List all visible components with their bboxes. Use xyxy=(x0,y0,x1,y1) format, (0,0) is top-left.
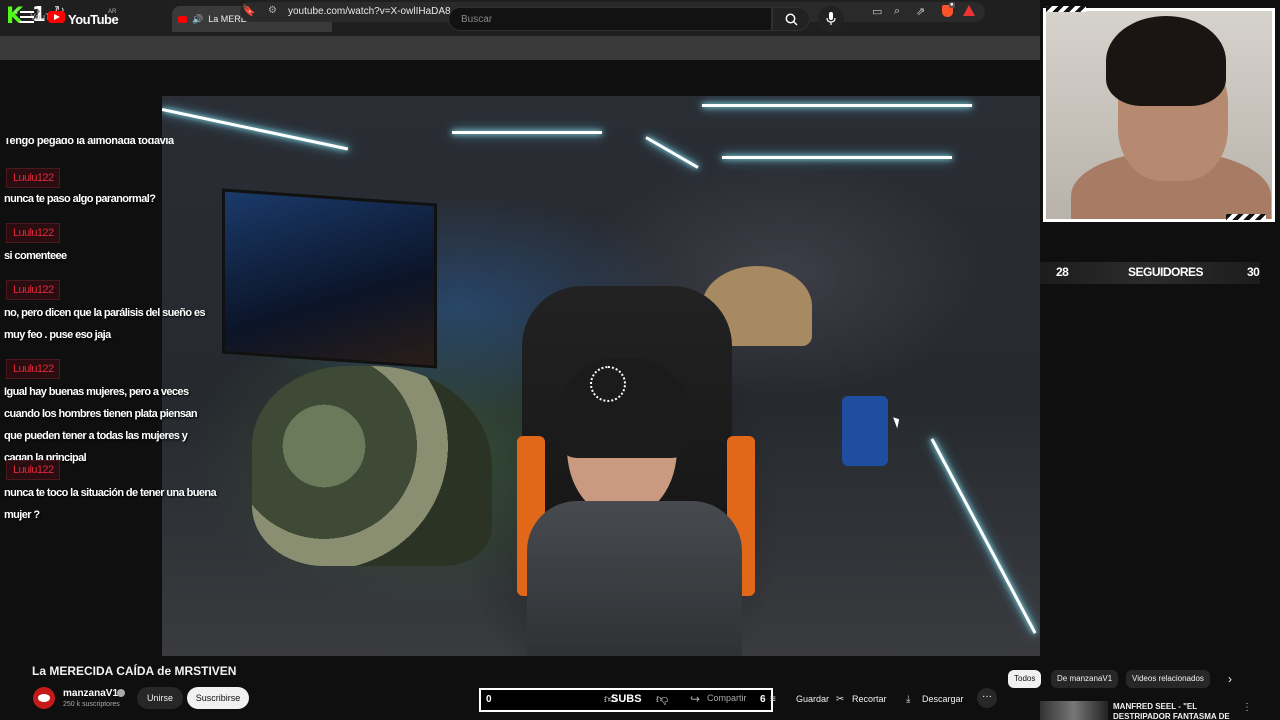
chat-message-cut: Tengo pegado la almohada todavía xyxy=(4,138,174,147)
clip-button[interactable]: ✂ Recortar xyxy=(836,690,887,708)
chat-message: Igual hay buenas mujeres, pero a veces c… xyxy=(4,386,198,464)
bookmark-icon[interactable]: 🔖 xyxy=(242,4,256,17)
mouse-cursor-icon xyxy=(893,415,902,429)
chevron-right-icon[interactable]: › xyxy=(1228,672,1232,686)
verified-icon xyxy=(117,689,125,697)
menu-icon[interactable] xyxy=(20,11,34,23)
search-input[interactable]: Buscar xyxy=(448,7,772,31)
youtube-favicon-icon xyxy=(178,15,187,23)
cap-logo-icon xyxy=(590,366,626,402)
brave-rewards-icon[interactable] xyxy=(963,5,975,16)
back-icon[interactable]: ‹ xyxy=(14,3,18,18)
webcam-corner-decoration xyxy=(1226,214,1266,220)
related-video-title[interactable]: MANFRED SEEL - "EL DESTRIPADOR FANTASMA … xyxy=(1113,702,1231,720)
audio-playing-icon[interactable]: 🔊 xyxy=(192,14,203,25)
followers-current: 28 xyxy=(1056,265,1069,279)
video-player[interactable] xyxy=(162,96,1040,656)
neon-light-strip xyxy=(702,104,972,107)
chat-username: Luulu122 xyxy=(6,223,61,243)
url-text[interactable]: youtube.com/watch?v=X-owlIHaDA8 xyxy=(288,6,451,17)
subscribe-button[interactable]: Suscribirse xyxy=(187,687,249,709)
dislike-icon[interactable]: 👎︎ xyxy=(656,692,668,707)
download-icon: ⤓ xyxy=(906,694,911,705)
search-placeholder: Buscar xyxy=(461,14,493,25)
webcam-person-hair xyxy=(1106,16,1226,106)
chat-username: Luulu122 xyxy=(6,168,61,188)
save-button[interactable]: ≡ Guardar xyxy=(770,690,829,708)
zoom-icon[interactable]: ⌕ xyxy=(894,5,900,18)
chip-from-channel[interactable]: De manzanaV1 xyxy=(1051,670,1119,688)
channel-name[interactable]: manzanaV1 xyxy=(63,688,118,699)
chat-username: Luulu122 xyxy=(6,460,61,480)
subs-label: SUBS xyxy=(611,693,642,705)
webcam-corner-decoration xyxy=(1046,6,1086,12)
download-label: Descargar xyxy=(922,694,964,704)
search-button[interactable] xyxy=(772,7,810,31)
more-actions-button[interactable]: ··· xyxy=(977,688,997,708)
save-label: Guardar xyxy=(796,694,830,704)
microphone-icon xyxy=(826,12,836,25)
voice-search-button[interactable] xyxy=(818,6,844,32)
youtube-logo-icon[interactable] xyxy=(48,11,65,23)
clip-label: Recortar xyxy=(852,694,887,704)
chat-message: nunca te toco la situación de tener una … xyxy=(4,487,217,521)
neon-light-strip xyxy=(930,438,1037,634)
chat-username: Luulu122 xyxy=(6,359,61,379)
camouflage-net xyxy=(252,366,492,566)
share-page-icon[interactable]: ⇗ xyxy=(916,5,925,18)
chat-message: nunca te paso algo paranormal? xyxy=(4,193,156,205)
cast-icon[interactable]: ▭ xyxy=(872,5,882,18)
address-bar xyxy=(0,36,1040,60)
forward-icon[interactable]: › xyxy=(36,3,40,18)
subs-current: 0 xyxy=(486,694,492,705)
channel-avatar[interactable] xyxy=(33,687,55,709)
chip-todos[interactable]: Todos xyxy=(1008,670,1042,688)
join-button[interactable]: Unirse xyxy=(137,687,183,709)
subscriber-count: 250 k suscriptores xyxy=(63,701,120,708)
download-button[interactable]: ⤓ Descargar xyxy=(906,690,964,708)
share-icon[interactable]: ↪ xyxy=(690,692,700,706)
black-cap xyxy=(557,358,692,458)
related-video-menu-icon[interactable]: ⋮ xyxy=(1242,702,1252,713)
neon-light-strip xyxy=(645,136,699,169)
video-title: La MERECIDA CAÍDA de MRSTIVEN xyxy=(32,664,237,678)
related-video-thumbnail[interactable] xyxy=(1040,701,1108,720)
shield-count-badge: ● xyxy=(949,2,955,8)
share-button[interactable]: Compartir xyxy=(707,693,747,703)
background-monitor xyxy=(222,188,437,369)
youtube-header xyxy=(0,60,1040,96)
chat-username: Luulu122 xyxy=(6,280,61,300)
streamer-shirt xyxy=(527,501,742,656)
neon-light-strip xyxy=(452,131,602,134)
neon-light-strip xyxy=(162,108,349,151)
chat-message: no, pero dicen que la parálisis del sueñ… xyxy=(4,307,206,341)
chat-message: si comenteee xyxy=(4,250,67,262)
neon-light-strip xyxy=(722,156,952,159)
scissors-icon: ✂ xyxy=(836,694,845,705)
search-icon xyxy=(785,13,798,26)
blue-barrel xyxy=(842,396,888,466)
followers-goal: 30 xyxy=(1247,265,1260,279)
webcam-feed xyxy=(1043,8,1275,222)
subs-goal: 6 xyxy=(760,694,766,705)
chip-related-videos[interactable]: Videos relacionados xyxy=(1126,670,1210,688)
country-code: AR xyxy=(108,9,117,15)
site-info-icon[interactable]: ⚙ xyxy=(268,5,277,16)
save-playlist-icon: ≡ xyxy=(770,694,776,705)
followers-label: SEGUIDORES xyxy=(1128,265,1204,279)
